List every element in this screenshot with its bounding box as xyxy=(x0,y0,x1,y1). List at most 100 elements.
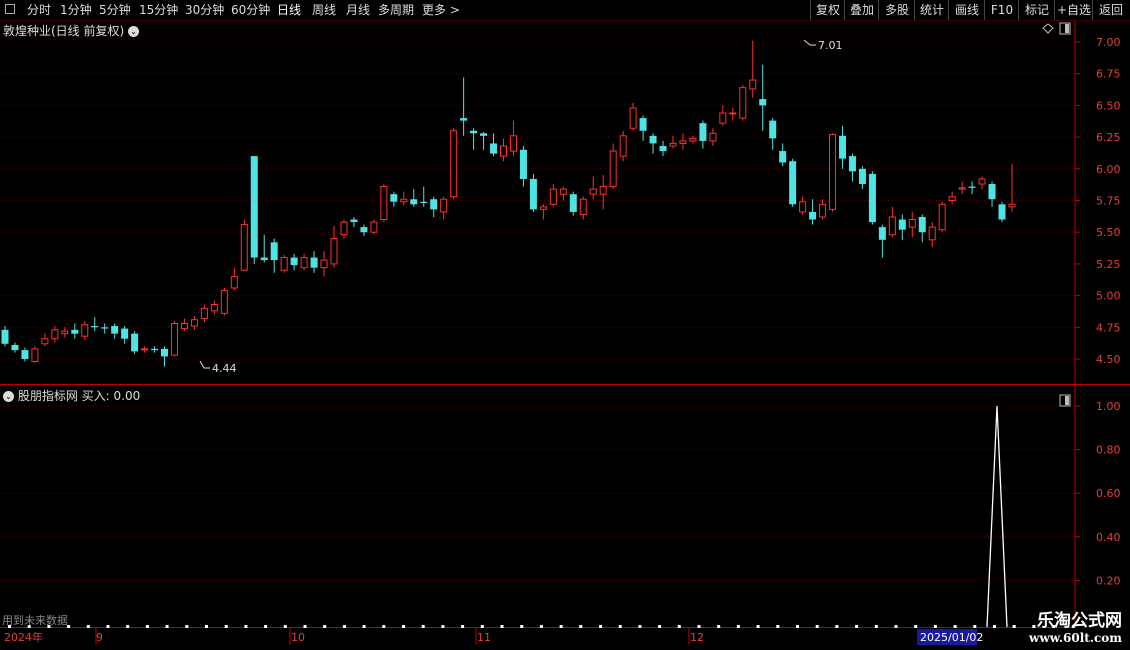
candle-body-down xyxy=(848,156,856,172)
f10-button[interactable]: F10 xyxy=(984,0,1019,20)
candle xyxy=(420,186,428,207)
tab-1min[interactable]: 1分钟 xyxy=(60,0,92,20)
date-axis-dot xyxy=(539,625,543,628)
tab-60min[interactable]: 60分钟 xyxy=(231,0,270,20)
add-watchlist-button[interactable]: +自选 xyxy=(1054,0,1093,20)
kline-chart[interactable]: 7.00 6.75 6.50 6.25 6.00 5.75 5.50 5.25 5.00 4.75… xyxy=(0,20,1130,650)
date-axis-dot xyxy=(559,625,563,628)
diamond-icon[interactable] xyxy=(1042,23,1054,34)
back-button[interactable]: 返回 xyxy=(1092,0,1129,20)
menu-square-icon[interactable] xyxy=(5,4,15,14)
price-tick-label: 6.25 xyxy=(1096,131,1121,144)
tab-daily[interactable]: 日线 xyxy=(277,0,301,20)
candle xyxy=(968,181,976,195)
price-tick-label: 7.00 xyxy=(1096,36,1121,49)
candle-body-down xyxy=(420,201,428,204)
candle-body-down xyxy=(529,178,537,210)
candle-body-down xyxy=(490,143,498,154)
candle xyxy=(938,201,946,233)
indicator-value: 买入: 0.00 xyxy=(81,389,141,403)
candle-body-down xyxy=(769,120,777,139)
tab-more[interactable]: 更多 > xyxy=(422,0,460,20)
candle xyxy=(490,133,498,157)
candle xyxy=(838,125,846,169)
candle xyxy=(260,234,268,263)
indicator-name[interactable]: 股朋指标网 xyxy=(18,389,78,403)
period-toolbar: 分时 1分钟 5分钟 15分钟 30分钟 60分钟 日线 周线 月线 多周期 更… xyxy=(0,0,1130,21)
candle xyxy=(529,173,537,212)
candle-body-down xyxy=(519,149,527,179)
candle xyxy=(380,184,388,223)
current-date-label: 2025/01/02 xyxy=(920,631,983,644)
candle-body-down xyxy=(838,135,846,159)
candle xyxy=(310,251,318,273)
candle xyxy=(180,318,188,332)
candle xyxy=(230,267,238,291)
candle-body-down xyxy=(111,326,119,334)
tab-5min[interactable]: 5分钟 xyxy=(99,0,131,20)
candle-body-up xyxy=(440,198,448,213)
date-axis-dot xyxy=(933,625,937,628)
high-price-label: 7.01 xyxy=(818,39,843,52)
date-axis-dot xyxy=(362,625,366,628)
candle xyxy=(898,214,906,240)
stock-name-period: 敦煌种业(日线 前复权) xyxy=(3,24,125,38)
candle-body-down xyxy=(350,219,358,223)
date-axis-dot xyxy=(815,625,819,628)
overlay-button[interactable]: 叠加 xyxy=(844,0,879,20)
candle-body-up xyxy=(978,178,986,185)
candle xyxy=(948,191,956,205)
year-label: 2024年 xyxy=(4,630,43,644)
date-axis-dot xyxy=(973,625,977,628)
statistics-button[interactable]: 统计 xyxy=(914,0,949,20)
tab-30min[interactable]: 30分钟 xyxy=(185,0,224,20)
dropdown-chevron-icon[interactable]: ⌄ xyxy=(128,26,140,37)
date-axis-dot xyxy=(441,625,445,628)
date-axis-dot xyxy=(796,625,799,628)
draw-line-button[interactable]: 画线 xyxy=(948,0,985,20)
candle-body-down xyxy=(470,130,478,134)
date-axis-dot xyxy=(618,625,622,628)
tab-fenshi[interactable]: 分时 xyxy=(27,0,51,20)
candle xyxy=(250,156,258,264)
candle xyxy=(1,326,9,347)
candle-body-down xyxy=(988,184,996,200)
candle-body-up xyxy=(689,137,697,142)
candle-body-up xyxy=(330,238,338,265)
candle xyxy=(878,224,886,258)
tab-multi-period[interactable]: 多周期 xyxy=(378,0,414,20)
date-axis-dot xyxy=(264,625,268,628)
price-tick-labels: 7.00 6.75 6.50 6.25 6.00 5.75 5.50 5.25 5.00 4.75… xyxy=(1075,36,1121,366)
candle-body-down xyxy=(809,211,817,220)
date-axis-dot xyxy=(993,625,996,628)
tab-monthly[interactable]: 月线 xyxy=(346,0,370,20)
candle xyxy=(210,300,218,315)
tab-weekly[interactable]: 周线 xyxy=(312,0,336,20)
price-tick-label: 5.25 xyxy=(1096,258,1121,271)
candle xyxy=(858,166,866,190)
candle xyxy=(390,191,398,207)
candle-body-up xyxy=(210,303,218,312)
candle-body-down xyxy=(410,199,418,205)
mark-button[interactable]: 标记 xyxy=(1018,0,1055,20)
candle xyxy=(709,128,717,146)
restore-rights-button[interactable]: 复权 xyxy=(810,0,845,20)
candle-body-down xyxy=(868,173,876,223)
candle-body-down xyxy=(759,99,767,106)
candle-body-up xyxy=(629,107,637,129)
tab-15min[interactable]: 15分钟 xyxy=(139,0,178,20)
candle-body-down xyxy=(649,135,657,144)
buy-signal-spike xyxy=(986,405,1008,628)
candle xyxy=(11,342,19,353)
candle xyxy=(819,199,827,220)
candle xyxy=(450,128,458,200)
multi-stock-button[interactable]: 多股 xyxy=(878,0,915,20)
low-price-label: 4.44 xyxy=(212,362,237,375)
price-tick-label: 5.00 xyxy=(1096,290,1121,303)
candle xyxy=(918,214,926,243)
price-tick-label: 5.50 xyxy=(1096,226,1121,239)
candle xyxy=(978,176,986,190)
candle xyxy=(829,133,837,212)
candle-body-down xyxy=(779,151,787,163)
indicator-dropdown-icon[interactable]: ⌄ xyxy=(3,391,14,402)
